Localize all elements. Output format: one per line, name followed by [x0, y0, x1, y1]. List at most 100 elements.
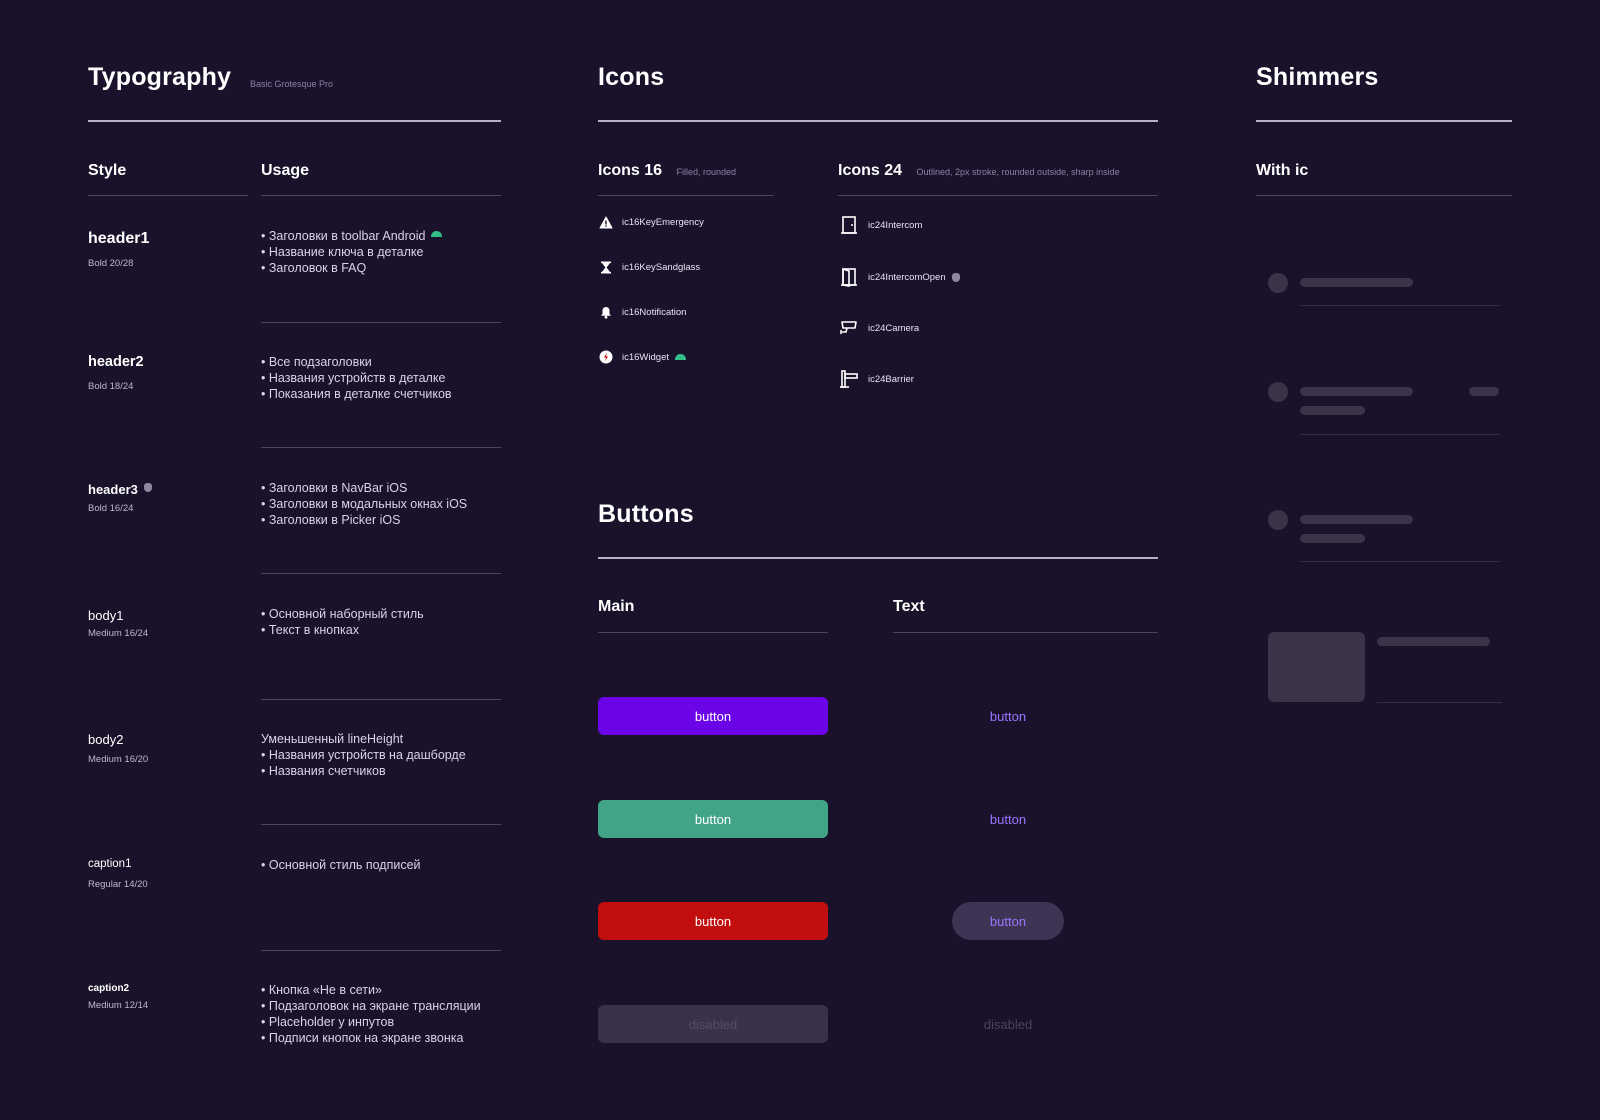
shimmers-title: Shimmers — [1256, 63, 1379, 91]
usage-item: • Подзаголовок на экране трансляции — [261, 999, 481, 1013]
icon-name: ic16Widget — [622, 351, 669, 363]
typography-title: Typography — [88, 63, 232, 91]
icon-name: ic16KeySandglass — [622, 261, 701, 273]
buttons-divider — [598, 557, 1158, 559]
icon-row-ic24Intercom: ic24Intercom — [838, 214, 922, 236]
icon-name: ic24Barrier — [868, 373, 914, 385]
row-divider — [261, 699, 501, 700]
row-divider — [261, 950, 501, 951]
col-with-ic-divider — [1256, 195, 1512, 196]
widget-icon — [596, 347, 616, 367]
col-style-header: Style — [88, 162, 127, 179]
icon-row-ic24IntercomOpen: ic24IntercomOpen — [838, 266, 960, 288]
icon-name: ic24Camera — [868, 322, 920, 334]
icon-row-ic16KeyEmergency: ic16KeyEmergency — [596, 212, 704, 232]
usage-item: • Показания в деталке счетчиков — [261, 387, 452, 401]
usage-item: • Название ключа в деталке — [261, 245, 424, 259]
camera-icon — [838, 317, 860, 339]
usage-item: • Названия устройств в деталке — [261, 371, 446, 385]
usage-item: • Названия счетчиков — [261, 764, 386, 778]
row-divider — [261, 322, 501, 323]
usage-item: • Основной наборный стиль — [261, 607, 424, 621]
success-button[interactable]: button — [598, 800, 828, 838]
bell-icon — [596, 302, 616, 322]
row-divider — [261, 447, 501, 448]
style-meta-caption2: Medium 12/14 — [88, 1000, 149, 1011]
usage-item: • Основной стиль подписей — [261, 858, 421, 872]
col-text-header: Text — [893, 598, 925, 615]
shimmer-divider — [1377, 702, 1502, 703]
col-style-divider — [88, 195, 248, 196]
icon-row-ic24Camera: ic24Camera — [838, 317, 919, 339]
icons24-header: Icons 24 Outlined, 2px stroke, rounded o… — [838, 162, 1120, 180]
shimmer-avatar — [1268, 382, 1288, 402]
typography-divider — [88, 120, 501, 122]
usage-list-header3: • Заголовки в NavBar iOS • Заголовки в м… — [261, 480, 467, 528]
apple-icon — [951, 272, 960, 282]
shimmer-divider — [1300, 561, 1500, 562]
disabled-button: disabled — [598, 1005, 828, 1043]
style-name-body1: body1 — [88, 608, 124, 623]
usage-list-body2: Уменьшенный lineHeight • Названия устрой… — [261, 731, 466, 779]
style-name-caption1: caption1 — [88, 858, 132, 870]
style-meta-caption1: Regular 14/20 — [88, 879, 148, 890]
style-meta-header1: Bold 20/28 — [88, 258, 134, 269]
icons24-sub: Outlined, 2px stroke, rounded outside, s… — [916, 167, 1120, 177]
icon-row-ic16Widget: ic16Widget — [596, 347, 686, 367]
usage-item: • Подписи кнопок на экране звонка — [261, 1031, 464, 1045]
icon-row-ic16Notification: ic16Notification — [596, 302, 686, 322]
shimmer-line — [1377, 637, 1490, 646]
door-open-icon — [838, 266, 860, 288]
usage-list-caption2: • Кнопка «Не в сети» • Подзаголовок на э… — [261, 982, 481, 1046]
icon-name: ic16Notification — [622, 306, 687, 318]
icon-row-ic16KeySandglass: ic16KeySandglass — [596, 257, 700, 277]
usage-list-body1: • Основной наборный стиль • Текст в кноп… — [261, 606, 424, 638]
style-name-header3: header3 — [88, 482, 138, 497]
android-icon — [675, 354, 686, 360]
style-meta-header3: Bold 16/24 — [88, 503, 134, 514]
text-button[interactable]: button — [952, 800, 1064, 838]
warning-icon — [596, 212, 616, 232]
style-name-caption2: caption2 — [88, 983, 130, 994]
icons16-label: Icons 16 — [598, 162, 663, 179]
shimmers-divider — [1256, 120, 1512, 122]
shimmer-line — [1300, 387, 1413, 396]
usage-item: • Заголовки в NavBar iOS — [261, 481, 408, 495]
icons-title: Icons — [598, 63, 665, 91]
primary-button[interactable]: button — [598, 697, 828, 735]
icons-divider — [598, 120, 1158, 122]
usage-item: • Заголовок в FAQ — [261, 261, 367, 275]
icons24-label: Icons 24 — [838, 162, 903, 179]
col-usage-header: Usage — [261, 162, 310, 179]
style-name-body2: body2 — [88, 732, 124, 747]
shimmer-subline — [1300, 534, 1365, 543]
shimmer-line — [1300, 278, 1413, 287]
door-icon — [838, 214, 860, 236]
col-main-divider — [598, 632, 828, 633]
usage-item: • Placeholder у инпутов — [261, 1015, 395, 1029]
usage-item: • Заголовки в toolbar Android — [261, 229, 426, 243]
icon-name: ic16KeyEmergency — [622, 216, 704, 228]
icon-row-ic24Barrier: ic24Barrier — [838, 368, 914, 390]
text-button-disabled: disabled — [983, 1016, 1033, 1032]
style-name-header1: header1 — [88, 230, 150, 247]
buttons-title: Buttons — [598, 500, 694, 528]
icon-name: ic24Intercom — [868, 219, 923, 231]
text-button-pressed[interactable]: button — [952, 902, 1064, 940]
shimmer-divider — [1300, 434, 1500, 435]
icons24-divider — [838, 195, 1158, 196]
icons16-header: Icons 16 Filled, rounded — [598, 162, 736, 180]
usage-item: • Названия устройств на дашборде — [261, 748, 466, 762]
apple-icon — [143, 483, 152, 492]
icons16-sub: Filled, rounded — [676, 167, 737, 177]
usage-item: Уменьшенный lineHeight — [261, 732, 404, 746]
row-divider — [261, 824, 501, 825]
text-button[interactable]: button — [952, 697, 1064, 735]
usage-list-header2: • Все подзаголовки • Названия устройств … — [261, 354, 452, 402]
icon-name: ic24IntercomOpen — [868, 271, 946, 283]
danger-button[interactable]: button — [598, 902, 828, 940]
sandglass-icon — [596, 257, 616, 277]
shimmer-divider — [1300, 305, 1500, 306]
typography-font-name: Basic Grotesque Pro — [250, 79, 334, 89]
shimmer-thumbnail — [1268, 632, 1365, 702]
